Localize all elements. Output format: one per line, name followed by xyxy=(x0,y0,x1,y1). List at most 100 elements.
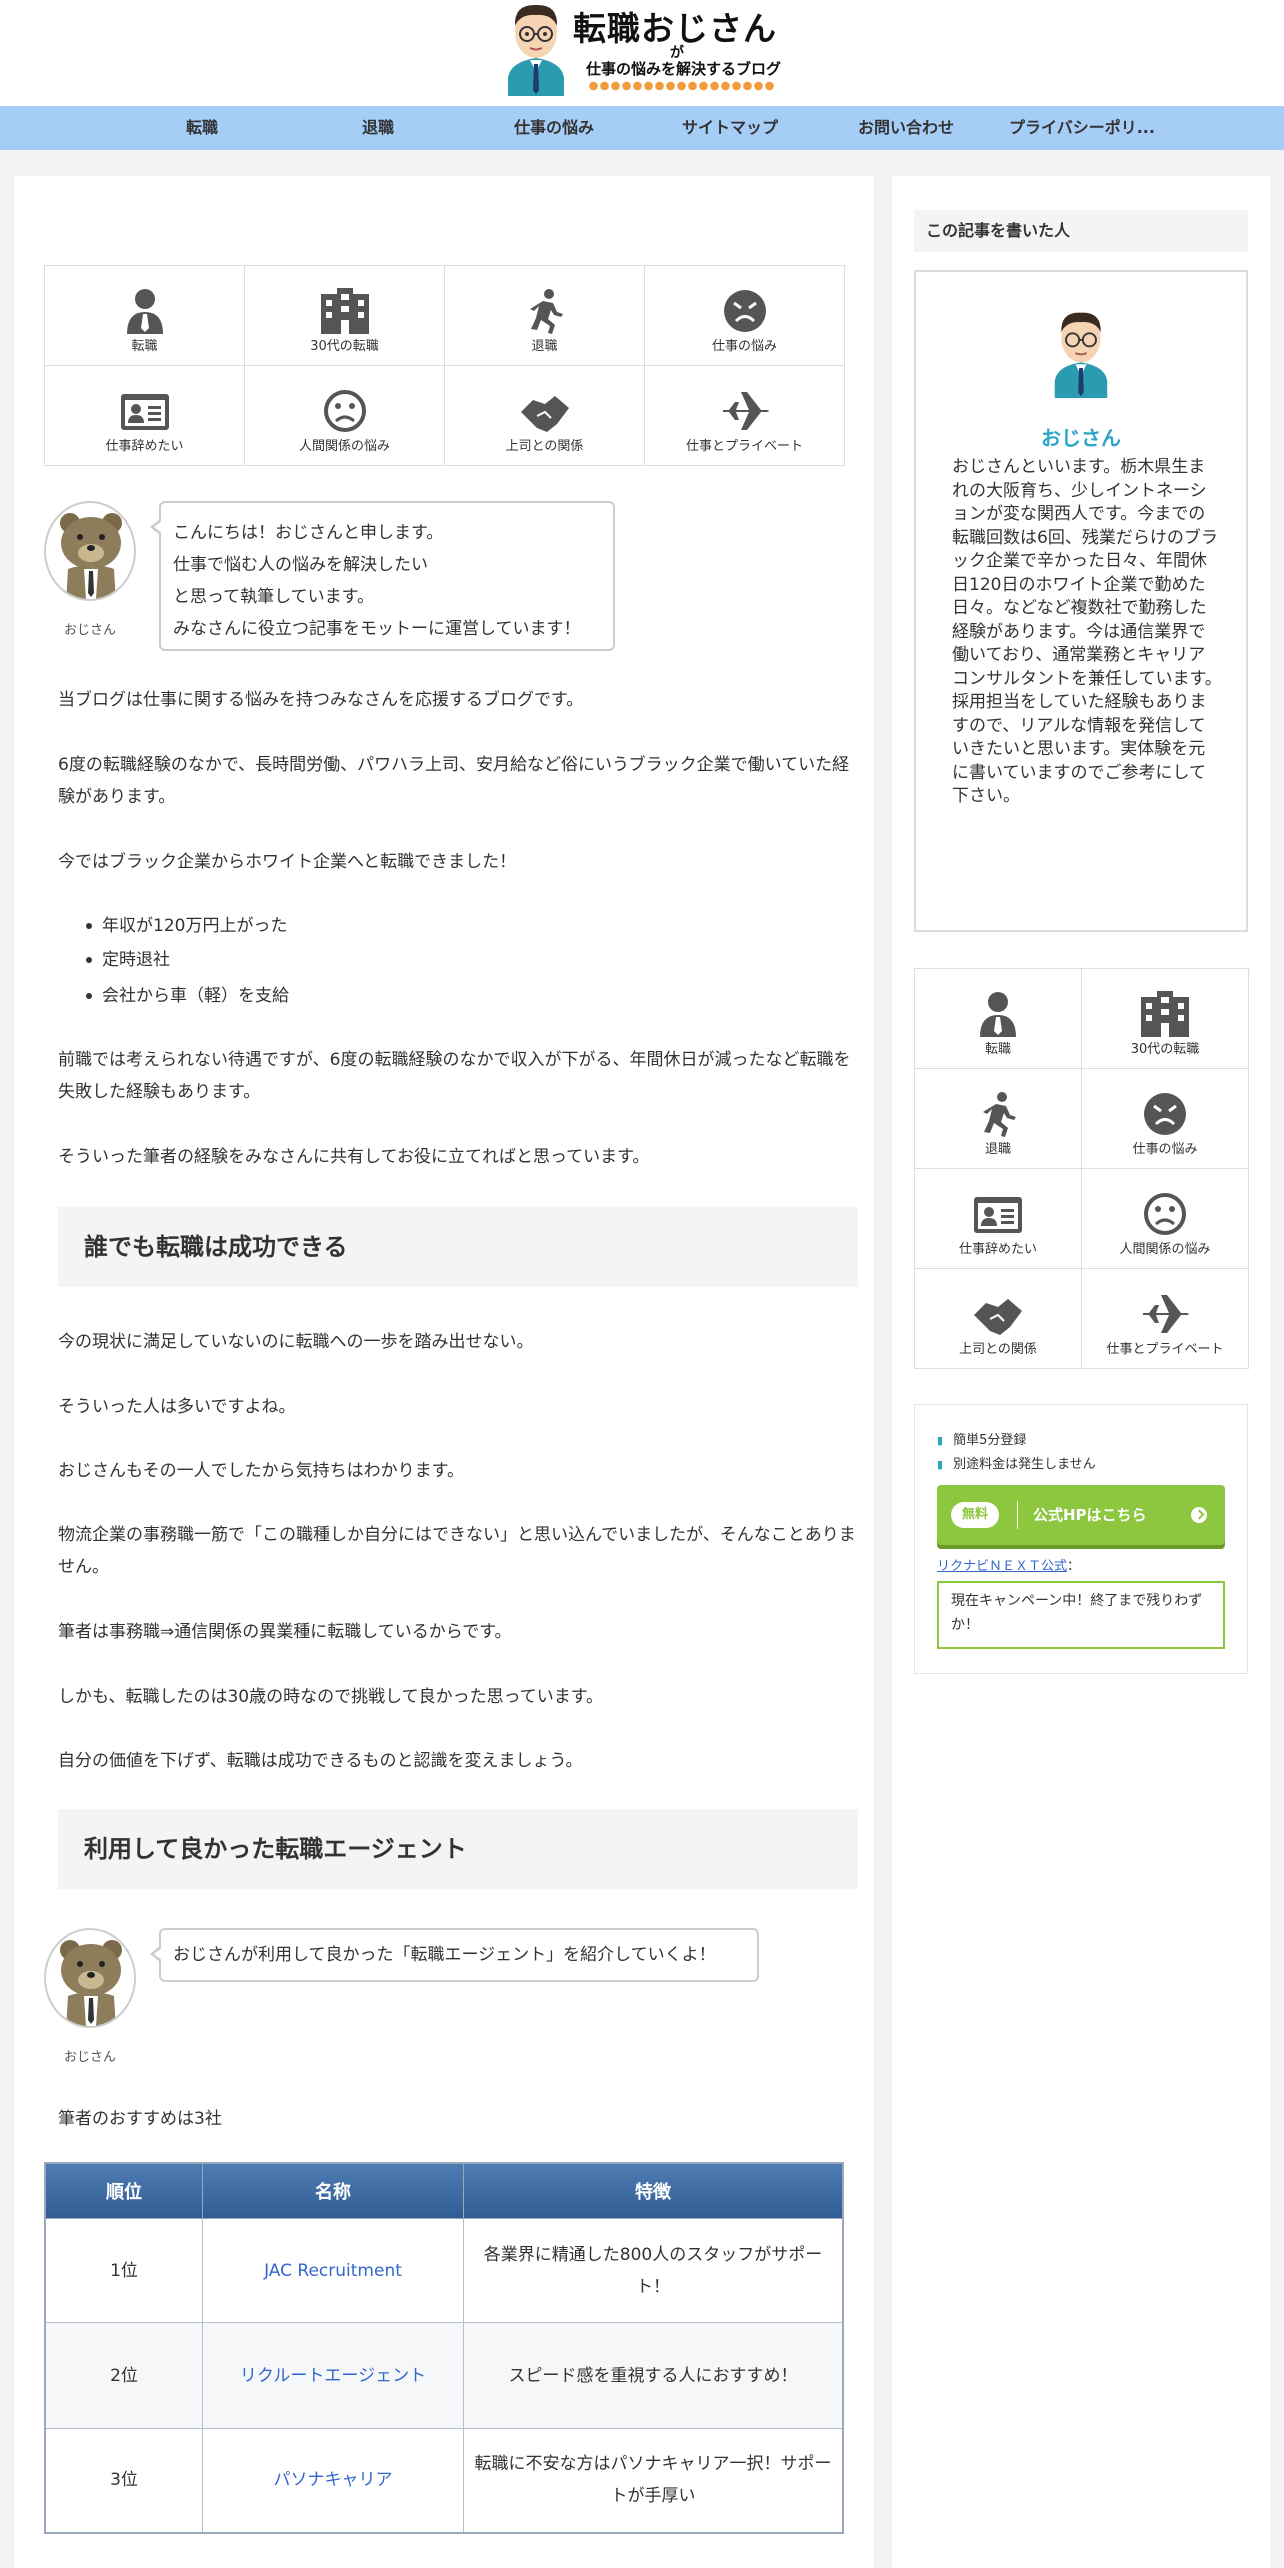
list-item: 定時退社 xyxy=(86,944,170,976)
person-icon xyxy=(126,289,163,334)
building-icon xyxy=(320,288,369,334)
category-item[interactable]: 人間関係の悩み xyxy=(1082,1169,1249,1269)
avatar xyxy=(44,1928,136,2028)
category-item[interactable]: 仕事の悩み xyxy=(1082,1069,1249,1169)
paragraph: 当ブログは仕事に関する悩みを持つみなさんを応援するブログです。 xyxy=(58,690,584,710)
paragraph: 今ではブラック企業からホワイト企業へと転職できました！ xyxy=(58,852,517,872)
category-item[interactable]: 仕事辞めたい xyxy=(45,366,245,466)
site-subtitle: 仕事の悩みを解決するブログ xyxy=(586,60,782,78)
nav-item-contact[interactable]: お問い合わせ xyxy=(818,106,994,150)
nav-item-taishoku[interactable]: 退職 xyxy=(290,106,466,150)
running-icon xyxy=(529,289,563,334)
avatar xyxy=(44,501,136,601)
category-item[interactable]: 仕事とプライベート xyxy=(1082,1269,1249,1369)
category-item[interactable]: 上司との関係 xyxy=(445,366,645,466)
table-row: 1位 JAC Recruitment 各業界に精通した800人のスタッフがサポー… xyxy=(44,2218,844,2323)
section-heading: 利用して良かった転職エージェント xyxy=(58,1809,858,1889)
category-item[interactable]: 転職 xyxy=(45,266,245,366)
cta-label: 公式HPはこちら xyxy=(1033,1506,1147,1524)
category-item[interactable]: 30代の転職 xyxy=(245,266,445,366)
category-grid: 転職 30代の転職 退職 仕事の悩み 仕事辞めたい 人間関係の悩み 上司との関係 xyxy=(44,265,846,466)
speech-bubble: こんにちは！おじさんと申します。 仕事で悩む人の悩みを解決したい と思って執筆し… xyxy=(150,501,615,651)
category-item[interactable]: 仕事辞めたい xyxy=(915,1169,1082,1269)
paragraph: 筆者のおすすめは3社 xyxy=(58,2109,222,2129)
paragraph: 前職では考えられない待遇ですが、6度の転職経験のなかで収入が下がる、年間休日が減… xyxy=(58,1050,851,1102)
airplane-icon xyxy=(722,392,769,430)
category-item[interactable]: 上司との関係 xyxy=(915,1269,1082,1369)
ad-widget: ▮ 簡単5分登録 ▮ 別途料金は発生しません 無料 公式HPはこちら リクナビＮＥＸ… xyxy=(914,1404,1248,1674)
logo-dots-decoration xyxy=(588,80,774,92)
site-header: 転職おじさん が 仕事の悩みを解決するブログ xyxy=(0,0,1284,106)
paragraph: 筆者は事務職⇒通信関係の異業種に転職しているからです。 xyxy=(58,1622,512,1642)
check-icon: ▮ xyxy=(937,1458,944,1471)
ojisan-logo-icon xyxy=(508,4,564,96)
person-icon xyxy=(980,992,1016,1037)
sidebar: この記事を書いた人 おじさん おじさんといいます。栃木県生まれの大阪育ち、少しイ… xyxy=(892,176,1270,2568)
chevron-right-icon xyxy=(1191,1507,1207,1523)
bear-avatar-icon xyxy=(60,513,122,599)
avatar-name: おじさん xyxy=(63,2050,116,2065)
site-logo[interactable]: 転職おじさん が 仕事の悩みを解決するブログ xyxy=(500,0,800,100)
global-nav: 転職 退職 仕事の悩み サイトマップ お問い合わせ プライバシーポリ... xyxy=(0,106,1284,150)
nav-item-shigoto-nayami[interactable]: 仕事の悩み xyxy=(466,106,642,150)
airplane-icon xyxy=(1143,1295,1189,1333)
handshake-icon xyxy=(520,396,569,432)
category-item[interactable]: 30代の転職 xyxy=(1082,969,1249,1069)
sad-face-icon xyxy=(1144,1193,1186,1235)
table-header: 特徴 xyxy=(463,2162,844,2219)
category-item[interactable]: 仕事の悩み xyxy=(645,266,845,366)
paragraph: 6度の転職経験のなかで、長時間労働、パワハラ上司、安月給など俗にいうブラック企業… xyxy=(58,755,850,807)
handshake-icon xyxy=(974,1299,1022,1335)
official-site-button[interactable]: 無料 公式HPはこちら xyxy=(937,1485,1225,1545)
category-item[interactable]: 転職 xyxy=(915,969,1082,1069)
category-item[interactable]: 仕事とプライベート xyxy=(645,366,845,466)
running-icon xyxy=(983,1092,1016,1137)
author-widget-title: この記事を書いた人 xyxy=(914,210,1248,252)
check-icon: ▮ xyxy=(937,1434,944,1447)
speech-bubble: おじさんが利用して良かった「転職エージェント」を紹介していくよ！ xyxy=(150,1928,759,1982)
category-item[interactable]: 退職 xyxy=(915,1069,1082,1169)
list-item: 会社から車（軽）を支給 xyxy=(86,980,289,1012)
free-badge: 無料 xyxy=(951,1502,999,1528)
paragraph: そういった筆者の経験をみなさんに共有してお役に立てればと思っています。 xyxy=(58,1147,650,1167)
id-card-icon xyxy=(974,1197,1022,1233)
author-name[interactable]: おじさん xyxy=(916,422,1246,451)
table-header: 順位 xyxy=(44,2162,203,2219)
category-item[interactable]: 退職 xyxy=(445,266,645,366)
agent-ranking-table: 順位 名称 特徴 1位 JAC Recruitment 各業界に精通した800人… xyxy=(44,2162,844,2534)
table-header: 名称 xyxy=(202,2162,464,2219)
paragraph: 物流企業の事務職一筋で「この職種しか自分にはできない」と思い込んでいましたが、そ… xyxy=(58,1525,856,1577)
rikunabi-link[interactable]: リクナビＮＥＸＴ公式 xyxy=(937,1559,1067,1574)
nav-item-sitemap[interactable]: サイトマップ xyxy=(642,106,818,150)
building-icon xyxy=(1141,991,1189,1037)
paragraph: おじさんもその一人でしたから気持ちはわかります。 xyxy=(58,1461,464,1481)
author-avatar-icon xyxy=(1054,312,1108,398)
bear-avatar-icon xyxy=(60,1940,122,2026)
angry-face-icon xyxy=(1144,1093,1186,1135)
main-content: 転職 30代の転職 退職 仕事の悩み 仕事辞めたい 人間関係の悩み 上司との関係 xyxy=(14,176,874,2568)
agent-link-recruit[interactable]: リクルートエージェント xyxy=(240,2366,426,2386)
check-item: ▮ 別途料金は発生しません xyxy=(937,1457,1096,1472)
table-row: 3位 パソナキャリア 転職に不安な方はパソナキャリア一択！サポートが手厚い xyxy=(44,2428,844,2533)
id-card-icon xyxy=(120,394,169,430)
nav-item-privacy[interactable]: プライバシーポリ... xyxy=(994,106,1170,150)
avatar-name: おじさん xyxy=(63,623,116,638)
sidebar-category-grid: 転職 30代の転職 退職 仕事の悩み 仕事辞めたい 人間関係の悩み 上司との関係 xyxy=(914,968,1250,1369)
paragraph: しかも、転職したのは30歳の時なので挑戦して良かった思っています。 xyxy=(58,1687,604,1707)
agent-link-jac[interactable]: JAC Recruitment xyxy=(264,2261,402,2281)
nav-item-tenshoku[interactable]: 転職 xyxy=(114,106,290,150)
category-item[interactable]: 人間関係の悩み xyxy=(245,366,445,466)
campaign-notice: 現在キャンペーン中！終了まで残りわずか！ xyxy=(937,1581,1225,1649)
rikunabi-link-line: リクナビＮＥＸＴ公式： xyxy=(937,1559,1081,1574)
cta-divider xyxy=(1017,1501,1018,1529)
table-row: 2位 リクルートエージェント スピード感を重視する人におすすめ！ xyxy=(44,2322,844,2429)
paragraph: そういった人は多いですよね。 xyxy=(58,1397,296,1417)
agent-link-pasona[interactable]: パソナキャリア xyxy=(274,2470,393,2490)
author-bio: おじさんといいます。栃木県生まれの大阪育ち、少しイントネーションが変な関西人です… xyxy=(952,457,1222,806)
check-item: ▮ 簡単5分登録 xyxy=(937,1433,1027,1448)
sad-face-icon xyxy=(323,390,366,432)
author-profile: おじさん おじさんといいます。栃木県生まれの大阪育ち、少しイントネーションが変な… xyxy=(914,270,1248,932)
list-item: 年収が120万円上がった xyxy=(85,910,287,942)
angry-face-icon xyxy=(723,290,766,332)
section-heading: 誰でも転職は成功できる xyxy=(58,1207,858,1287)
